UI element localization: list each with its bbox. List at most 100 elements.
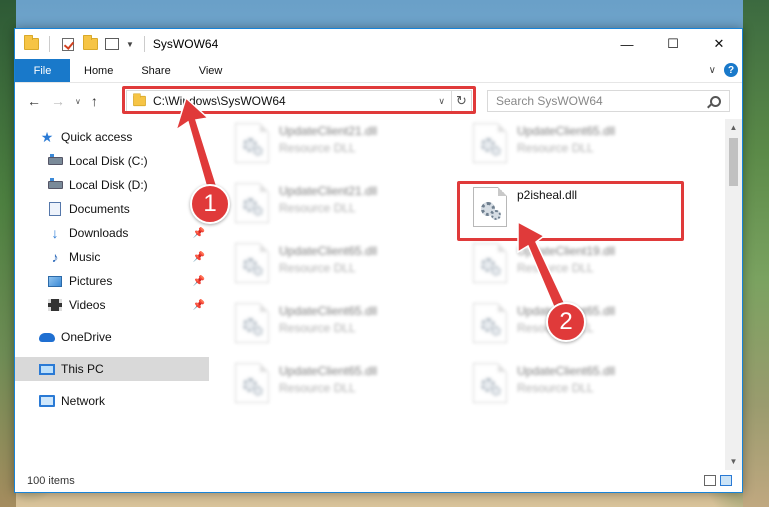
window-title: SysWOW64 [152, 37, 219, 51]
tab-home[interactable]: Home [70, 59, 127, 82]
dll-file-icon [473, 303, 507, 343]
up-arrow-icon[interactable]: ↑ [91, 93, 98, 109]
file-list: UpdateClient21.dll Resource DLL UpdateCli… [209, 119, 742, 470]
file-name: UpdateClient65.dll [517, 364, 616, 378]
sidebar-item-pictures[interactable]: Pictures 📌 [15, 269, 209, 293]
sidebar-item-downloads[interactable]: ↓ Downloads 📌 [15, 221, 209, 245]
folder-icon[interactable] [23, 35, 39, 51]
dll-file-icon [235, 303, 269, 343]
file-type: Resource DLL [517, 141, 594, 155]
customize-qat-icon[interactable] [104, 37, 120, 51]
sidebar-item-label: Videos [69, 298, 106, 312]
main-content: ★ Quick access Local Disk (C:) Local Dis… [15, 119, 742, 470]
help-icon[interactable]: ? [724, 63, 738, 77]
sidebar-item-label: Local Disk (D:) [69, 178, 148, 192]
cloud-icon [39, 330, 55, 344]
file-item[interactable]: UpdateClient65.dll Resource DLL [229, 241, 439, 299]
file-type: Resource DLL [279, 381, 356, 395]
pin-icon[interactable]: 📌 [193, 252, 205, 263]
sidebar-item-label: Downloads [69, 226, 129, 240]
file-name: UpdateClient65.dll [279, 304, 378, 318]
sidebar-item-quick-access[interactable]: ★ Quick access [15, 125, 209, 149]
file-item[interactable]: UpdateClient21.dll Resource DLL [229, 121, 439, 179]
wallpaper-palm-right [743, 0, 769, 507]
file-item[interactable]: UpdateClient65.dll Resource DLL [229, 301, 439, 359]
scroll-thumb[interactable] [729, 138, 738, 186]
file-name: UpdateClient65.dll [279, 364, 378, 378]
navigation-buttons: ← → ∨ ↑ [15, 93, 98, 109]
ribbon-right-controls: ∨ ? [709, 63, 738, 77]
qat-dropdown-icon[interactable]: ▼ [126, 40, 134, 49]
tab-share[interactable]: Share [127, 59, 184, 82]
file-explorer-window: ▼ SysWOW64 — ☐ ✕ File Home Share View ∨ … [14, 28, 743, 493]
pin-icon[interactable]: 📌 [193, 228, 205, 239]
new-folder-icon[interactable] [82, 35, 98, 51]
properties-check-icon[interactable] [60, 37, 76, 51]
file-type: Resource DLL [517, 261, 594, 275]
large-icons-view-icon[interactable] [720, 475, 732, 486]
navigation-pane: ★ Quick access Local Disk (C:) Local Dis… [15, 119, 209, 470]
sidebar-item-local-disk-d[interactable]: Local Disk (D:) [15, 173, 209, 197]
address-dropdown-icon[interactable]: ∨ [438, 96, 445, 107]
tab-view[interactable]: View [185, 59, 237, 82]
address-path[interactable]: C:\Windows\SysWOW64 [153, 94, 438, 108]
recent-locations-chevron-icon[interactable]: ∨ [75, 97, 81, 106]
details-view-icon[interactable] [704, 475, 716, 486]
status-bar: 100 items [15, 470, 742, 492]
sidebar-item-onedrive[interactable]: OneDrive [15, 325, 209, 349]
sidebar-item-this-pc[interactable]: This PC [15, 357, 209, 381]
quick-access-toolbar: ▼ [15, 35, 149, 52]
drive-icon [47, 154, 63, 168]
dll-file-icon [235, 123, 269, 163]
search-icon[interactable] [710, 95, 721, 107]
search-placeholder[interactable]: Search SysWOW64 [496, 94, 603, 108]
sidebar-item-label: Local Disk (C:) [69, 154, 148, 168]
pin-icon[interactable]: 📌 [193, 300, 205, 311]
sidebar-item-network[interactable]: Network [15, 389, 209, 413]
window-controls: — ☐ ✕ [604, 29, 742, 59]
file-name: UpdateClient65.dll [517, 124, 616, 138]
minimize-button[interactable]: — [604, 29, 650, 59]
expand-ribbon-icon[interactable]: ∨ [709, 65, 716, 76]
sidebar-item-label: Pictures [69, 274, 113, 288]
sidebar-item-music[interactable]: ♪ Music 📌 [15, 245, 209, 269]
star-icon: ★ [40, 128, 54, 145]
close-button[interactable]: ✕ [696, 29, 742, 59]
sidebar-item-label: OneDrive [61, 330, 112, 344]
drive-icon [47, 178, 63, 192]
pin-icon[interactable]: 📌 [193, 276, 205, 287]
file-type: Resource DLL [279, 201, 356, 215]
file-item[interactable]: UpdateClient21.dll Resource DLL [229, 181, 439, 239]
search-box[interactable]: Search SysWOW64 [487, 90, 730, 112]
back-arrow-icon[interactable]: ← [27, 93, 41, 109]
separator [143, 36, 145, 52]
sidebar-item-documents[interactable]: Documents [15, 197, 209, 221]
network-icon [39, 394, 55, 408]
file-name: UpdateClient21.dll [279, 184, 378, 198]
sidebar-item-label: This PC [61, 362, 104, 376]
forward-arrow-icon[interactable]: → [51, 93, 65, 109]
refresh-icon[interactable]: ↻ [451, 91, 471, 111]
sidebar-item-videos[interactable]: Videos 📌 [15, 293, 209, 317]
address-folder-icon [133, 93, 146, 107]
maximize-button[interactable]: ☐ [650, 29, 696, 59]
scroll-up-icon[interactable]: ▲ [730, 119, 738, 136]
file-item[interactable]: UpdateClient65.dll Resource DLL [229, 361, 439, 419]
dll-file-icon [235, 363, 269, 403]
scroll-down-icon[interactable]: ▼ [730, 453, 738, 470]
tab-file[interactable]: File [15, 59, 70, 82]
file-item[interactable]: UpdateClient65.dll Resource DLL [467, 121, 677, 179]
file-item-p2isheal[interactable]: p2isheal.dll [467, 185, 677, 243]
file-item[interactable]: UpdateClient19.dll Resource DLL [467, 241, 677, 299]
file-type: Resource DLL [279, 141, 356, 155]
sidebar-item-label: Documents [69, 202, 130, 216]
sidebar-item-local-disk-c[interactable]: Local Disk (C:) [15, 149, 209, 173]
file-type: Resource DLL [279, 261, 356, 275]
dll-file-icon [473, 363, 507, 403]
file-item[interactable]: UpdateClient65.dll Resource DLL [467, 361, 677, 419]
address-bar[interactable]: C:\Windows\SysWOW64 ∨ ↻ [126, 90, 472, 112]
item-count: 100 items [27, 475, 75, 487]
vertical-scrollbar[interactable]: ▲ ▼ [725, 119, 742, 470]
music-icon: ♪ [51, 249, 59, 265]
file-name: p2isheal.dll [517, 188, 578, 202]
